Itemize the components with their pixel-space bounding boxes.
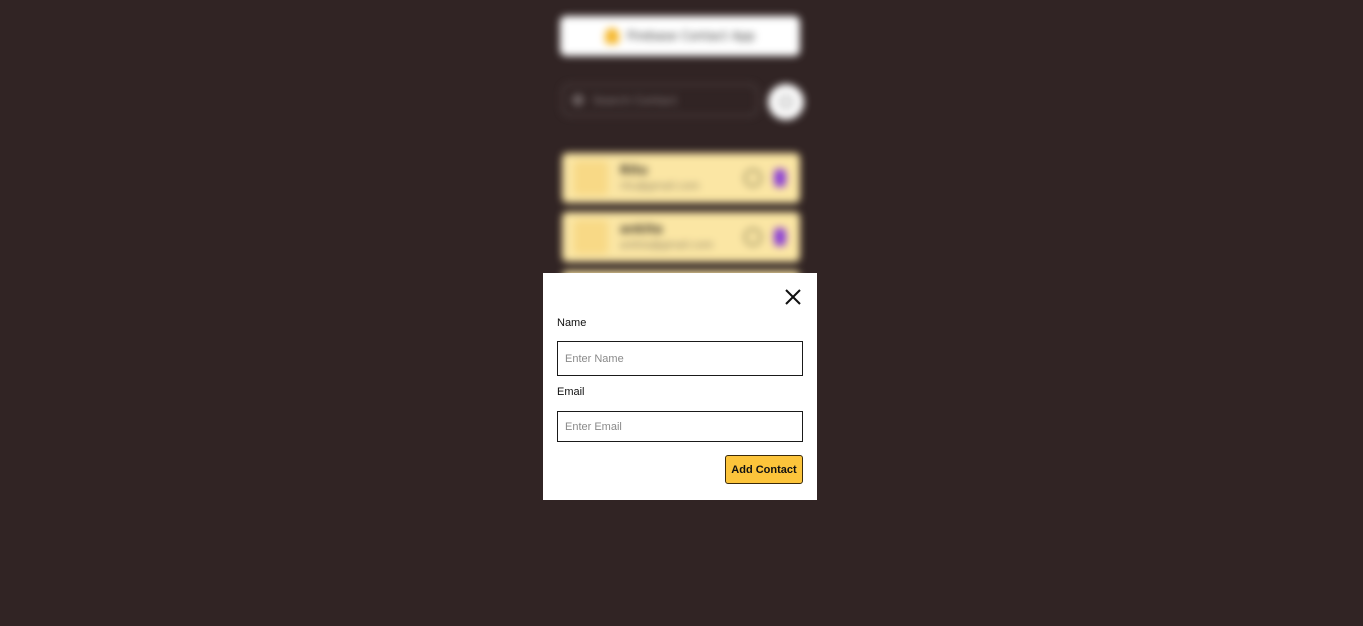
app-header: Firebase Contact App: [560, 16, 800, 56]
app-title: Firebase Contact App: [627, 29, 755, 43]
add-contact-button[interactable]: Add Contact: [725, 455, 803, 484]
email-field[interactable]: [557, 411, 803, 442]
avatar: [574, 161, 608, 195]
email-label: Email: [557, 386, 585, 398]
edit-icon: [744, 169, 762, 187]
contact-email: ritu@gmail.com: [620, 181, 700, 192]
add-icon: [779, 95, 793, 109]
search-placeholder: Search Contact: [593, 93, 678, 107]
delete-icon: [774, 169, 786, 187]
delete-icon: [774, 228, 786, 246]
name-label: Name: [557, 317, 587, 329]
add-contact-button: [768, 84, 804, 120]
search-input: Search Contact: [562, 84, 758, 116]
contact-email: ankita@gmail.com: [620, 240, 714, 251]
add-contact-modal: Name Email Add Contact: [543, 273, 817, 500]
avatar: [574, 220, 608, 254]
contact-card: ankita ankita@gmail.com: [562, 212, 800, 262]
close-button[interactable]: [783, 287, 803, 307]
close-icon: [785, 289, 801, 305]
search-icon: [573, 95, 583, 105]
edit-icon: [744, 228, 762, 246]
fire-icon: [605, 28, 620, 44]
contact-name: ankita: [620, 222, 663, 236]
contact-card: Ritu ritu@gmail.com: [562, 153, 800, 203]
name-field[interactable]: [557, 341, 803, 376]
contact-name: Ritu: [620, 163, 648, 177]
